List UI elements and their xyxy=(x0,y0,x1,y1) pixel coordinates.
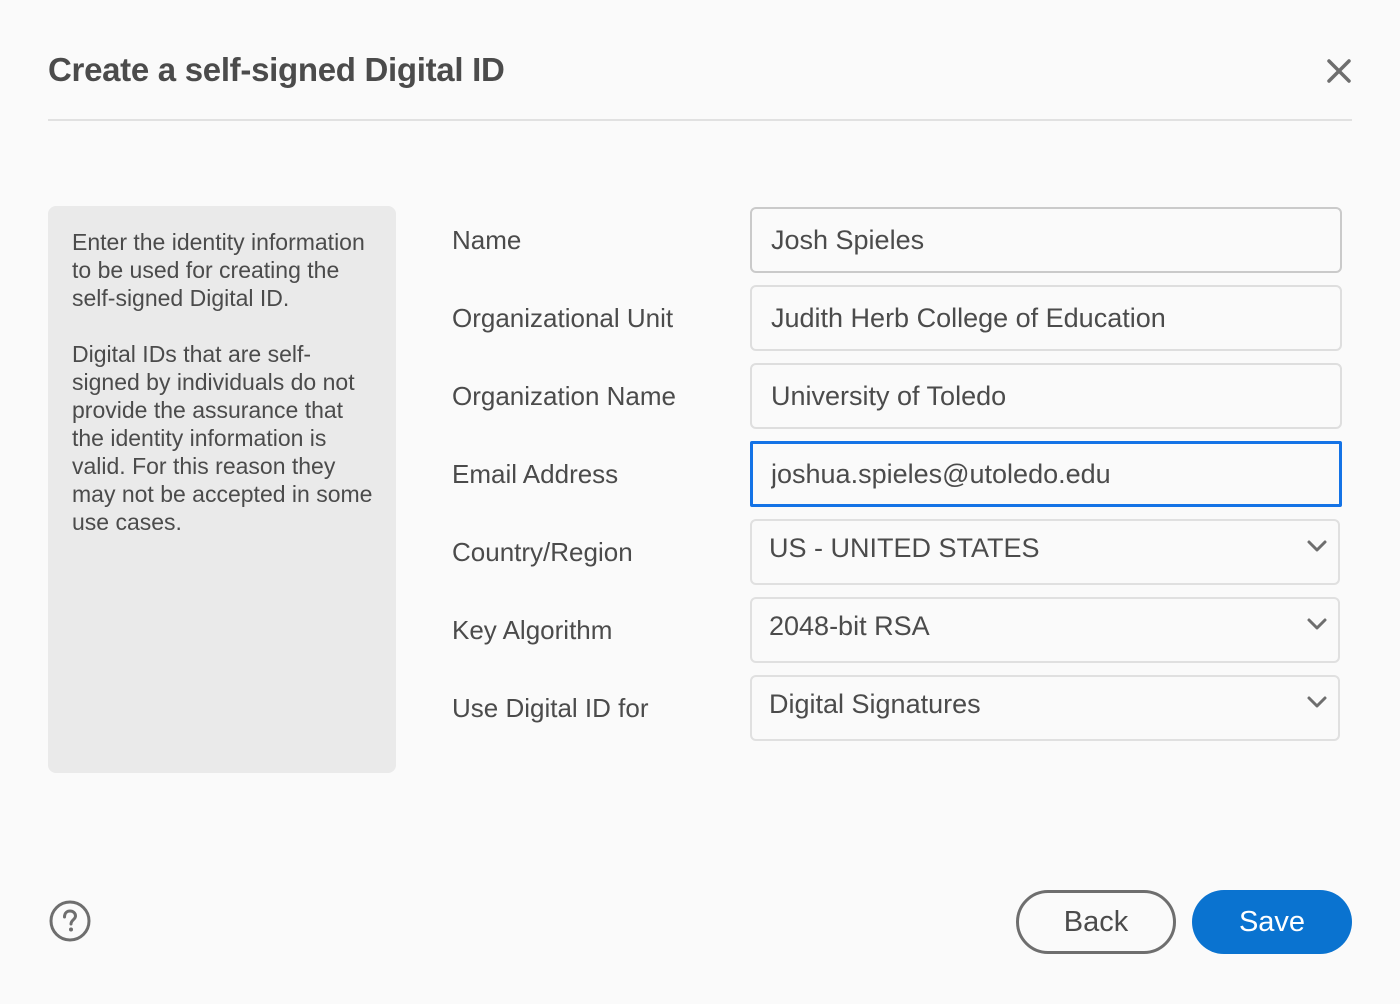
use-for-selected-value: Digital Signatures xyxy=(769,689,981,719)
close-button[interactable] xyxy=(1322,54,1356,88)
dialog-title: Create a self-signed Digital ID xyxy=(48,51,505,88)
help-circle-icon xyxy=(49,900,91,942)
chevron-down-icon xyxy=(1307,540,1327,552)
chevron-down-icon xyxy=(1307,618,1327,630)
key-algorithm-select[interactable]: 2048-bit RSA xyxy=(750,597,1340,663)
country-label: Country/Region xyxy=(452,537,633,567)
name-input[interactable] xyxy=(750,207,1342,273)
save-button[interactable]: Save xyxy=(1192,890,1352,954)
back-button[interactable]: Back xyxy=(1016,890,1176,954)
close-icon xyxy=(1327,59,1351,83)
info-text-intro: Enter the identity information to be use… xyxy=(72,229,365,311)
org-name-input[interactable] xyxy=(750,363,1342,429)
info-text-warning: Digital IDs that are self-signed by indi… xyxy=(72,341,373,535)
create-digital-id-dialog: Create a self-signed Digital ID Enter th… xyxy=(0,0,1400,1004)
org-unit-label: Organizational Unit xyxy=(452,303,674,333)
email-input[interactable] xyxy=(750,441,1342,507)
country-selected-value: US - UNITED STATES xyxy=(769,533,1040,563)
key-algorithm-label: Key Algorithm xyxy=(452,615,613,645)
form-row-org-name: Organization Name xyxy=(452,363,1342,429)
country-select[interactable]: US - UNITED STATES xyxy=(750,519,1340,585)
header-divider xyxy=(48,119,1352,121)
form-row-email: Email Address xyxy=(452,441,1342,507)
form-row-name: Name xyxy=(452,207,1342,273)
email-label: Email Address xyxy=(452,459,619,489)
key-algorithm-selected-value: 2048-bit RSA xyxy=(769,611,930,641)
form-row-country: Country/Region US - UNITED STATES xyxy=(452,519,1342,585)
org-unit-input[interactable] xyxy=(750,285,1342,351)
form-row-use-for: Use Digital ID for Digital Signatures xyxy=(452,675,1342,741)
info-panel: Enter the identity information to be use… xyxy=(48,206,396,773)
name-label: Name xyxy=(452,225,522,255)
use-for-label: Use Digital ID for xyxy=(452,693,649,723)
chevron-down-icon xyxy=(1307,696,1327,708)
form-row-key-algorithm: Key Algorithm 2048-bit RSA xyxy=(452,597,1342,663)
use-for-select[interactable]: Digital Signatures xyxy=(750,675,1340,741)
help-button[interactable] xyxy=(49,900,93,944)
form-row-org-unit: Organizational Unit xyxy=(452,285,1342,351)
org-name-label: Organization Name xyxy=(452,381,676,411)
